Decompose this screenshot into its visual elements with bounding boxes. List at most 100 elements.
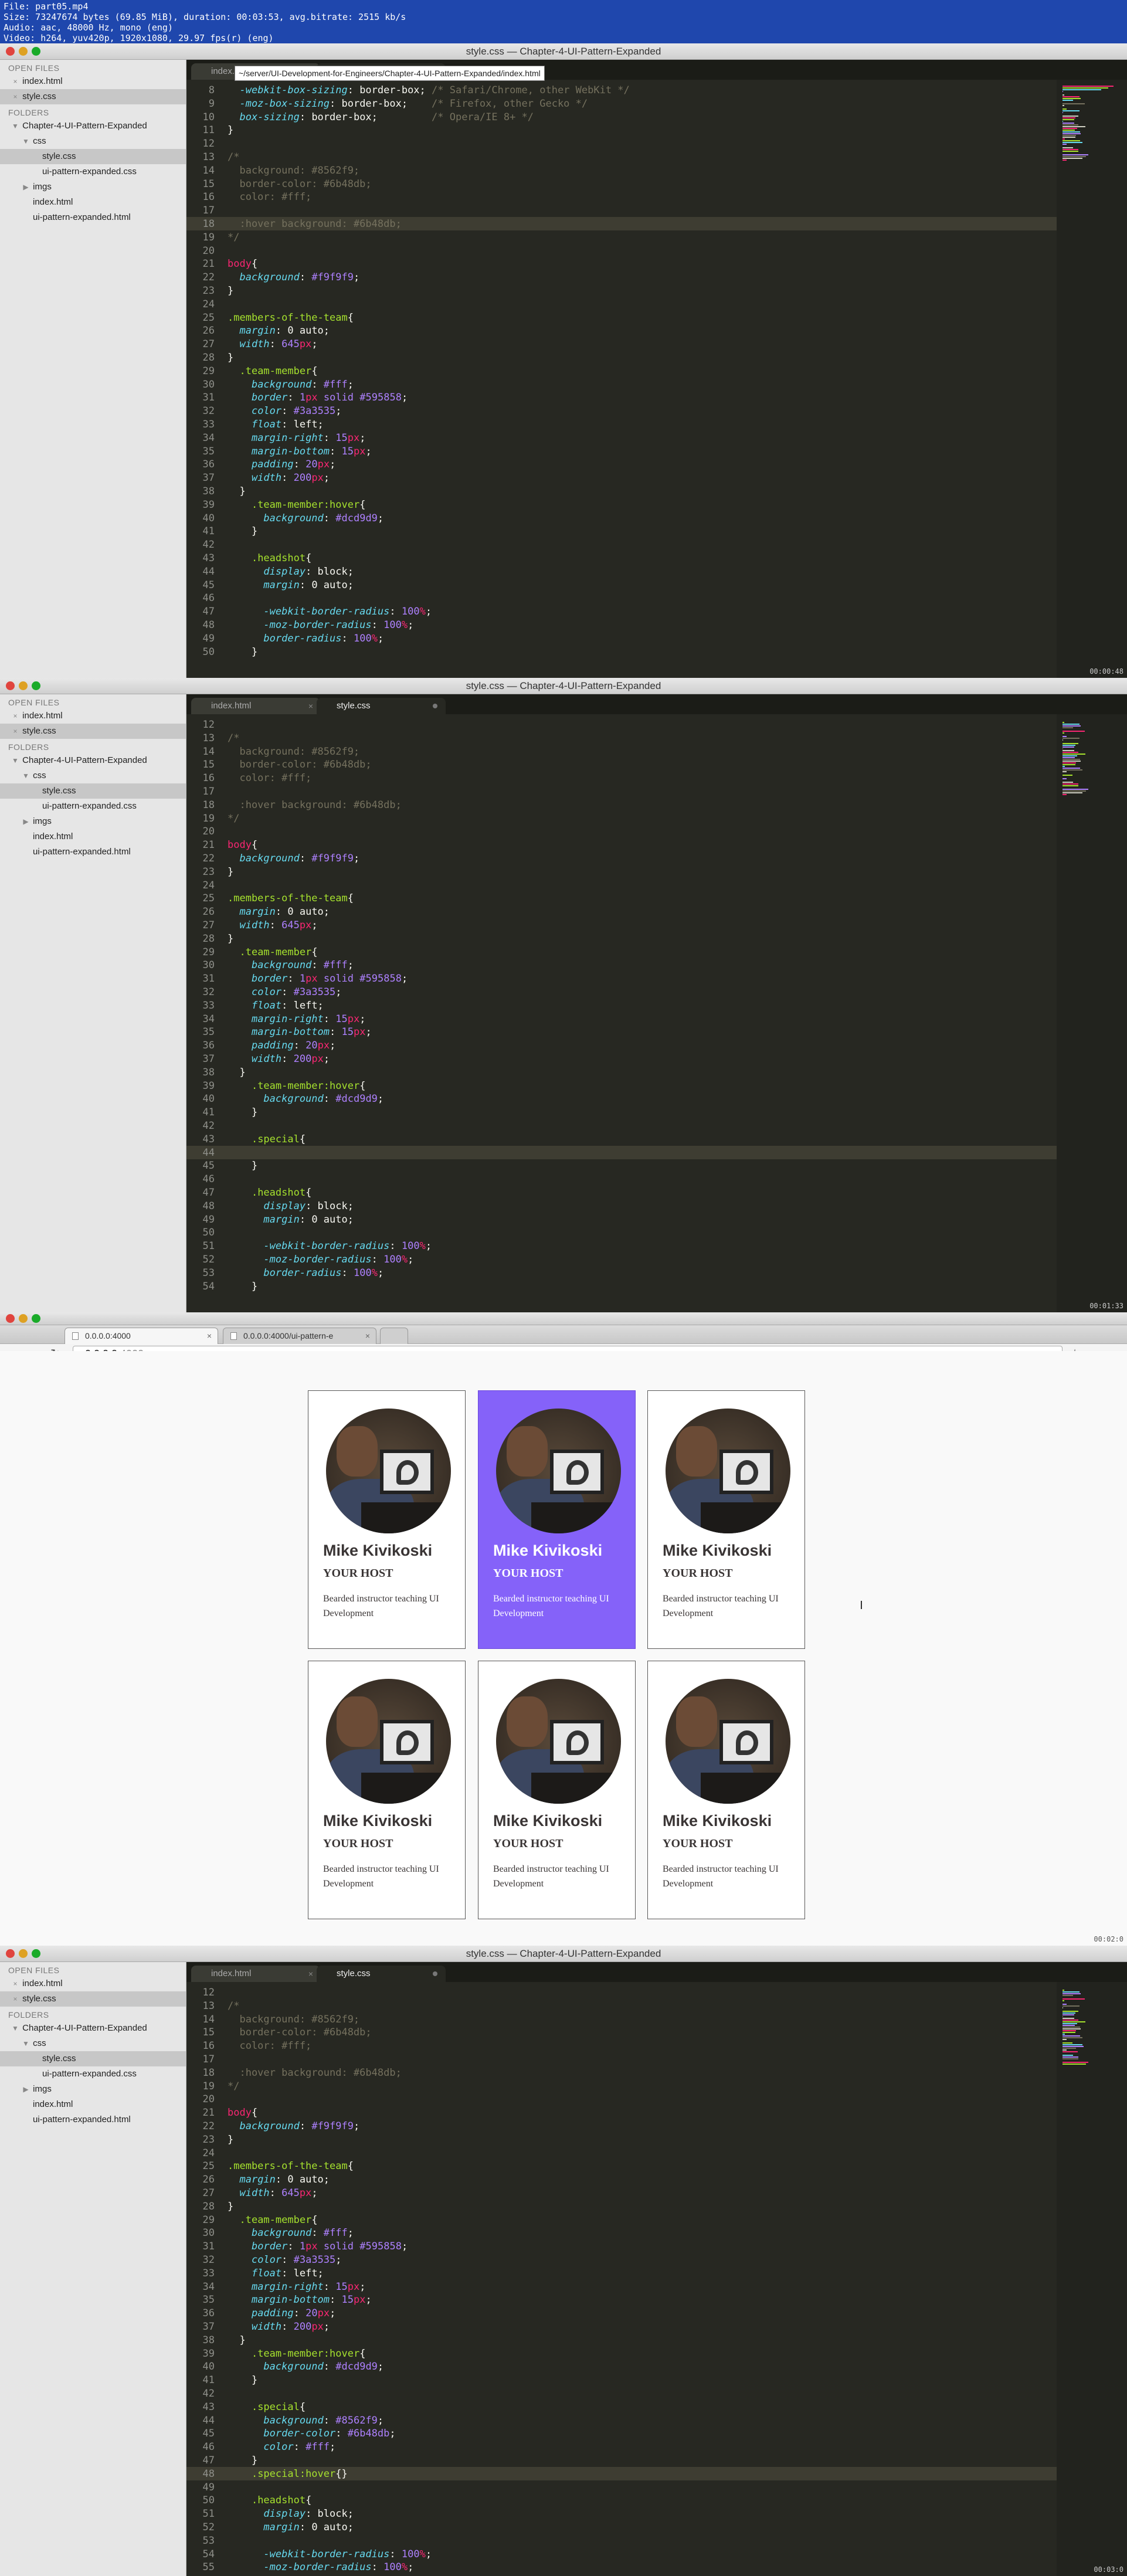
close-icon[interactable]: × bbox=[11, 74, 20, 89]
close-window-button[interactable] bbox=[6, 47, 15, 56]
zoom-window-button[interactable] bbox=[32, 681, 40, 690]
close-icon[interactable]: × bbox=[11, 724, 20, 739]
minimap-line bbox=[1062, 752, 1079, 753]
minimize-window-button[interactable] bbox=[19, 1949, 28, 1958]
folder-project[interactable]: ▼ Chapter-4-UI-Pattern-Expanded bbox=[0, 118, 186, 134]
tree-file-ui-pattern-css[interactable]: ui-pattern-expanded.css bbox=[0, 2066, 186, 2082]
zoom-window-button[interactable] bbox=[32, 1949, 40, 1958]
tree-file-style[interactable]: style.css bbox=[0, 149, 186, 164]
video-info-header: File: part05.mp4 Size: 73247674 bytes (6… bbox=[0, 0, 1127, 43]
code-editor[interactable]: 12 13/* 14 background: #8562f9; 15 border-c… bbox=[186, 1982, 1127, 2576]
sidebar-file-index[interactable]: × index.html bbox=[0, 1976, 186, 1991]
code-line: /* bbox=[228, 151, 240, 163]
code-line: width: 645px; bbox=[239, 919, 318, 931]
new-tab-button[interactable] bbox=[380, 1328, 408, 1344]
sidebar-file-style[interactable]: × style.css bbox=[0, 89, 186, 104]
tree-file-ui-pattern-css[interactable]: ui-pattern-expanded.css bbox=[0, 164, 186, 179]
close-icon[interactable]: × bbox=[11, 708, 20, 724]
tab-index-html[interactable]: index.html × bbox=[191, 698, 320, 714]
tree-file-index[interactable]: index.html bbox=[0, 2097, 186, 2112]
minimize-window-button[interactable] bbox=[19, 681, 28, 690]
team-member-card[interactable]: Mike Kivikoski YOUR HOST Bearded instructo… bbox=[647, 1661, 805, 1919]
folder-imgs[interactable]: ▶ imgs bbox=[0, 179, 186, 195]
folder-css[interactable]: ▼ css bbox=[0, 2036, 186, 2051]
tree-file-ui-pattern-css[interactable]: ui-pattern-expanded.css bbox=[0, 799, 186, 814]
minimap-line bbox=[1062, 151, 1079, 152]
code-line: background: #8562f9; bbox=[228, 745, 360, 758]
code-editor[interactable]: 8 -webkit-box-sizing: border-box; /* Saf… bbox=[186, 80, 1127, 678]
minimap-line bbox=[1062, 2042, 1072, 2044]
sidebar-file-style[interactable]: × style.css bbox=[0, 1991, 186, 2007]
close-icon[interactable]: × bbox=[11, 1991, 20, 2007]
team-member-card[interactable]: Mike Kivikoski YOUR HOST Bearded instructo… bbox=[478, 1661, 636, 1919]
minimap[interactable] bbox=[1057, 1982, 1127, 2576]
modified-dot-icon[interactable] bbox=[433, 704, 437, 708]
tree-file-index[interactable]: index.html bbox=[0, 829, 186, 844]
tree-file-index[interactable]: index.html bbox=[0, 195, 186, 210]
sidebar: OPEN FILES × index.html × style.css FOLD… bbox=[0, 1962, 186, 2576]
tree-file-style[interactable]: style.css bbox=[0, 783, 186, 799]
folder-imgs[interactable]: ▶ imgs bbox=[0, 814, 186, 829]
team-member-card[interactable]: Mike Kivikoski YOUR HOST Bearded instructo… bbox=[647, 1390, 805, 1649]
folder-project[interactable]: ▼ Chapter-4-UI-Pattern-Expanded bbox=[0, 753, 186, 768]
tab-style-css[interactable]: style.css bbox=[317, 1966, 446, 1982]
close-icon[interactable]: × bbox=[365, 1328, 370, 1343]
folder-project[interactable]: ▼ Chapter-4-UI-Pattern-Expanded bbox=[0, 2021, 186, 2036]
code-line: } bbox=[228, 2334, 246, 2346]
line-number: 34 bbox=[202, 432, 215, 444]
close-icon[interactable]: × bbox=[207, 1328, 212, 1343]
tab-index-html[interactable]: index.html × bbox=[191, 1966, 320, 1982]
line-number: 19 bbox=[202, 231, 215, 243]
line-number: 28 bbox=[202, 932, 215, 945]
minimap-line bbox=[1062, 91, 1064, 92]
modified-dot-icon[interactable] bbox=[433, 1971, 437, 1976]
sidebar-file-style[interactable]: × style.css bbox=[0, 724, 186, 739]
team-member-card-special[interactable]: Mike Kivikoski YOUR HOST Bearded instructo… bbox=[478, 1390, 636, 1649]
minimap[interactable] bbox=[1057, 714, 1127, 1312]
file-label: ui-pattern-expanded.css bbox=[42, 2069, 137, 2079]
info-line: Size: 73247674 bytes (69.85 MiB), durati… bbox=[4, 12, 406, 22]
minimap-line bbox=[1062, 732, 1064, 734]
code-editor[interactable]: 12 13/* 14 background: #8562f9; 15 border-c… bbox=[186, 714, 1127, 1312]
zoom-window-button[interactable] bbox=[32, 47, 40, 56]
close-window-button[interactable] bbox=[6, 1314, 15, 1323]
tab-style-css[interactable]: style.css bbox=[317, 698, 446, 714]
close-icon[interactable]: × bbox=[11, 1976, 20, 1991]
line-number: 46 bbox=[202, 2441, 215, 2453]
sidebar-file-index[interactable]: × index.html bbox=[0, 708, 186, 724]
minimap-line bbox=[1062, 2063, 1087, 2065]
minimap-line bbox=[1062, 743, 1079, 744]
minimap-line bbox=[1062, 722, 1064, 723]
team-member-card[interactable]: Mike Kivikoski YOUR HOST Bearded instructo… bbox=[308, 1390, 466, 1649]
minimize-window-button[interactable] bbox=[19, 1314, 28, 1323]
line-number: 51 bbox=[202, 2508, 215, 2520]
close-icon[interactable]: × bbox=[308, 698, 313, 714]
folder-css[interactable]: ▼ css bbox=[0, 134, 186, 149]
code-line: } bbox=[228, 2200, 234, 2212]
minimap-line bbox=[1062, 2020, 1079, 2021]
minimap-line bbox=[1062, 724, 1080, 725]
minimize-window-button[interactable] bbox=[19, 47, 28, 56]
close-icon[interactable]: × bbox=[308, 1966, 313, 1982]
close-icon[interactable]: × bbox=[11, 89, 20, 104]
browser-tab-localhost[interactable]: 0.0.0.0:4000 × bbox=[65, 1328, 218, 1344]
team-member-card[interactable]: Mike Kivikoski YOUR HOST Bearded instructo… bbox=[308, 1661, 466, 1919]
zoom-window-button[interactable] bbox=[32, 1314, 40, 1323]
code-line: background: #fff; bbox=[251, 2227, 354, 2239]
close-window-button[interactable] bbox=[6, 681, 15, 690]
minimap[interactable] bbox=[1057, 80, 1127, 678]
minimap-line bbox=[1062, 2030, 1077, 2031]
folder-imgs[interactable]: ▶ imgs bbox=[0, 2082, 186, 2097]
tree-file-ui-pattern-html[interactable]: ui-pattern-expanded.html bbox=[0, 2112, 186, 2127]
close-window-button[interactable] bbox=[6, 1949, 15, 1958]
code-line: border: 1px solid #595858; bbox=[251, 392, 408, 404]
folder-css[interactable]: ▼ css bbox=[0, 768, 186, 783]
browser-tab-ui-pattern[interactable]: 0.0.0.0:4000/ui-pattern-e × bbox=[223, 1328, 376, 1344]
code-line: float: left; bbox=[251, 2267, 324, 2279]
headshot-avatar bbox=[496, 1679, 621, 1804]
sidebar-file-index[interactable]: × index.html bbox=[0, 74, 186, 89]
code-line: } bbox=[228, 352, 234, 364]
tree-file-style[interactable]: style.css bbox=[0, 2051, 186, 2066]
tree-file-ui-pattern-html[interactable]: ui-pattern-expanded.html bbox=[0, 210, 186, 225]
tree-file-ui-pattern-html[interactable]: ui-pattern-expanded.html bbox=[0, 844, 186, 860]
